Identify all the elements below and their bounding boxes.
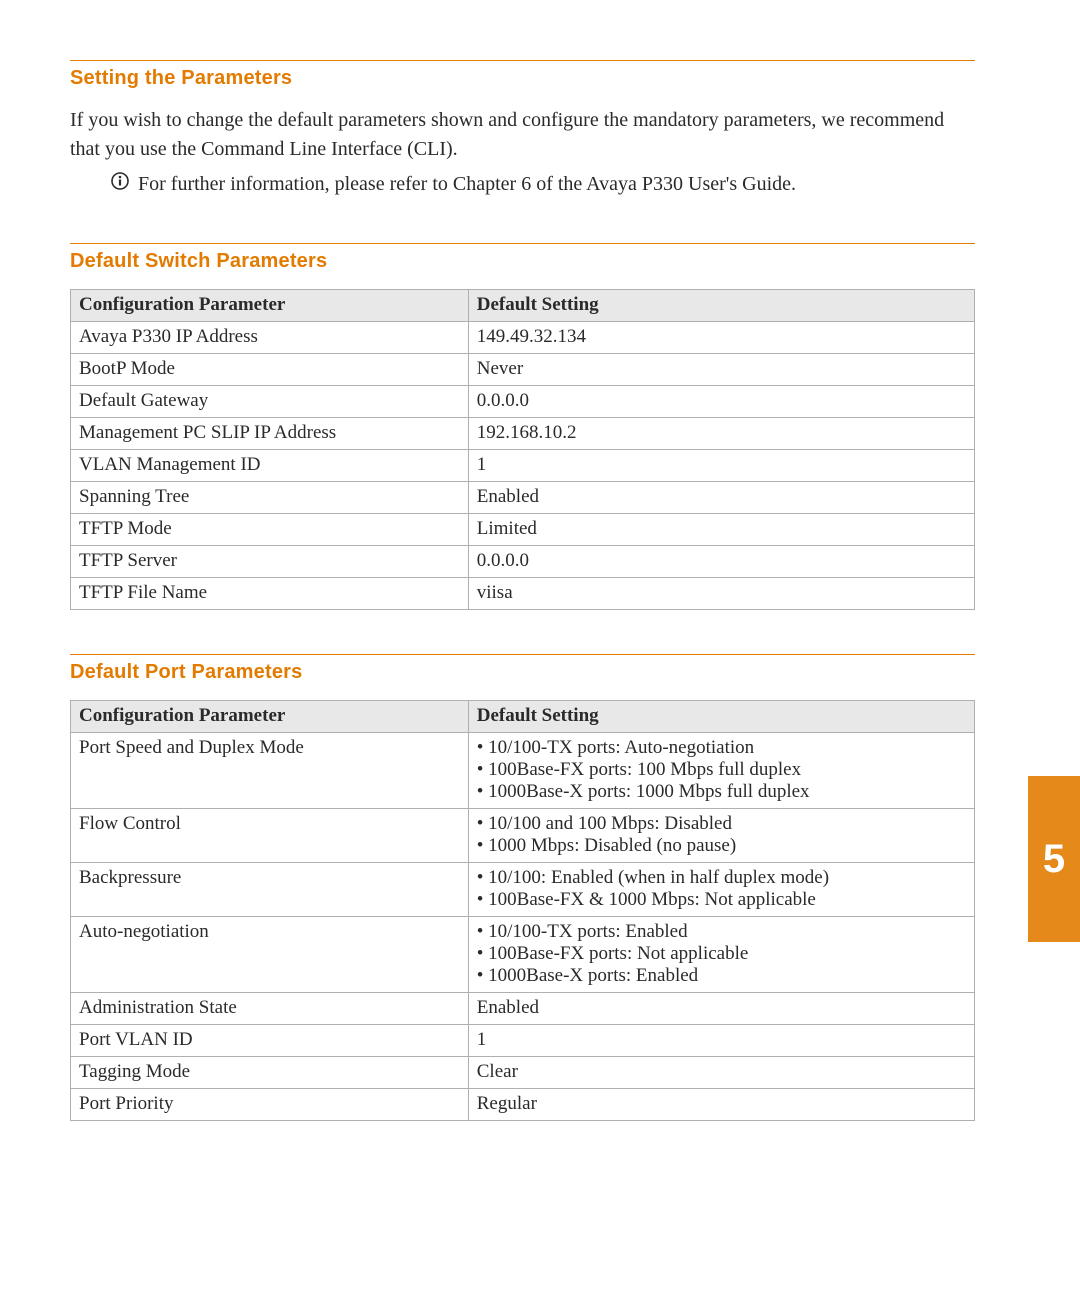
cell-param: Avaya P330 IP Address — [71, 322, 469, 354]
table-row: Default Gateway0.0.0.0 — [71, 386, 975, 418]
page-tab: 5 — [1028, 776, 1080, 942]
table-row: BootP ModeNever — [71, 354, 975, 386]
table-row: Management PC SLIP IP Address192.168.10.… — [71, 418, 975, 450]
list-item: 10/100: Enabled (when in half duplex mod… — [477, 867, 966, 889]
list-item: 100Base-FX & 1000 Mbps: Not applicable — [477, 889, 966, 911]
cell-setting: viisa — [468, 578, 974, 610]
cell-setting: 10/100: Enabled (when in half duplex mod… — [468, 863, 974, 917]
cell-setting: Regular — [468, 1089, 974, 1121]
col-header-default-setting: Default Setting — [468, 701, 974, 733]
col-header-configuration-parameter: Configuration Parameter — [71, 701, 469, 733]
table-row: TFTP Server0.0.0.0 — [71, 546, 975, 578]
page-tab-number: 5 — [1043, 837, 1065, 882]
info-note: For further information, please refer to… — [110, 170, 975, 199]
table-row: Spanning TreeEnabled — [71, 482, 975, 514]
cell-param: TFTP Mode — [71, 514, 469, 546]
table-header-row: Configuration Parameter Default Setting — [71, 701, 975, 733]
cell-param: Default Gateway — [71, 386, 469, 418]
list-item: 1000 Mbps: Disabled (no pause) — [477, 835, 966, 857]
cell-param: Port Speed and Duplex Mode — [71, 733, 469, 809]
table-row: Avaya P330 IP Address149.49.32.134 — [71, 322, 975, 354]
cell-param: VLAN Management ID — [71, 450, 469, 482]
table-row: Backpressure 10/100: Enabled (when in hal… — [71, 863, 975, 917]
cell-list: 10/100: Enabled (when in half duplex mod… — [477, 867, 966, 911]
cell-list: 10/100-TX ports: Auto-negotiation100Base… — [477, 737, 966, 803]
list-item: 10/100-TX ports: Enabled — [477, 921, 966, 943]
cell-param: TFTP File Name — [71, 578, 469, 610]
list-item: 100Base-FX ports: 100 Mbps full duplex — [477, 759, 966, 781]
section-rule — [70, 654, 975, 655]
list-item: 100Base-FX ports: Not applicable — [477, 943, 966, 965]
cell-param: Administration State — [71, 993, 469, 1025]
table-row: TFTP ModeLimited — [71, 514, 975, 546]
setting-parameters-body: If you wish to change the default parame… — [70, 106, 975, 164]
cell-param: Flow Control — [71, 809, 469, 863]
cell-setting: Limited — [468, 514, 974, 546]
col-header-default-setting: Default Setting — [468, 290, 974, 322]
section-rule — [70, 243, 975, 244]
cell-setting: 0.0.0.0 — [468, 386, 974, 418]
cell-setting: Never — [468, 354, 974, 386]
table-row: VLAN Management ID1 — [71, 450, 975, 482]
heading-setting-parameters: Setting the Parameters — [70, 67, 975, 90]
section-rule — [70, 60, 975, 61]
cell-param: Tagging Mode — [71, 1057, 469, 1089]
list-item: 1000Base-X ports: Enabled — [477, 965, 966, 987]
cell-param: BootP Mode — [71, 354, 469, 386]
table-header-row: Configuration Parameter Default Setting — [71, 290, 975, 322]
table-row: Port VLAN ID1 — [71, 1025, 975, 1057]
table-row: Administration StateEnabled — [71, 993, 975, 1025]
cell-param: Port Priority — [71, 1089, 469, 1121]
table-switch-parameters: Configuration Parameter Default Setting … — [70, 289, 975, 610]
cell-setting: Enabled — [468, 482, 974, 514]
col-header-configuration-parameter: Configuration Parameter — [71, 290, 469, 322]
heading-default-switch-parameters: Default Switch Parameters — [70, 250, 975, 273]
cell-setting: 192.168.10.2 — [468, 418, 974, 450]
cell-setting: 0.0.0.0 — [468, 546, 974, 578]
list-item: 10/100 and 100 Mbps: Disabled — [477, 813, 966, 835]
table-row: Flow Control10/100 and 100 Mbps: Disable… — [71, 809, 975, 863]
table-row: Port Speed and Duplex Mode10/100-TX port… — [71, 733, 975, 809]
list-item: 10/100-TX ports: Auto-negotiation — [477, 737, 966, 759]
table-row: Auto-negotiation10/100-TX ports: Enabled… — [71, 917, 975, 993]
cell-list: 10/100 and 100 Mbps: Disabled1000 Mbps: … — [477, 813, 966, 857]
table-row: Tagging ModeClear — [71, 1057, 975, 1089]
cell-setting: Clear — [468, 1057, 974, 1089]
cell-setting: 10/100-TX ports: Auto-negotiation100Base… — [468, 733, 974, 809]
cell-setting: Enabled — [468, 993, 974, 1025]
cell-setting: 10/100-TX ports: Enabled100Base-FX ports… — [468, 917, 974, 993]
info-icon — [110, 170, 130, 199]
cell-param: Port VLAN ID — [71, 1025, 469, 1057]
cell-param: Spanning Tree — [71, 482, 469, 514]
cell-param: Auto-negotiation — [71, 917, 469, 993]
cell-setting: 1 — [468, 450, 974, 482]
cell-param: TFTP Server — [71, 546, 469, 578]
table-row: TFTP File Nameviisa — [71, 578, 975, 610]
table-port-parameters: Configuration Parameter Default Setting … — [70, 700, 975, 1121]
cell-setting: 1 — [468, 1025, 974, 1057]
heading-default-port-parameters: Default Port Parameters — [70, 661, 975, 684]
list-item: 1000Base-X ports: 1000 Mbps full duplex — [477, 781, 966, 803]
cell-param: Backpressure — [71, 863, 469, 917]
table-row: Port PriorityRegular — [71, 1089, 975, 1121]
info-note-text: For further information, please refer to… — [138, 170, 796, 199]
cell-param: Management PC SLIP IP Address — [71, 418, 469, 450]
cell-list: 10/100-TX ports: Enabled100Base-FX ports… — [477, 921, 966, 987]
cell-setting: 149.49.32.134 — [468, 322, 974, 354]
cell-setting: 10/100 and 100 Mbps: Disabled1000 Mbps: … — [468, 809, 974, 863]
